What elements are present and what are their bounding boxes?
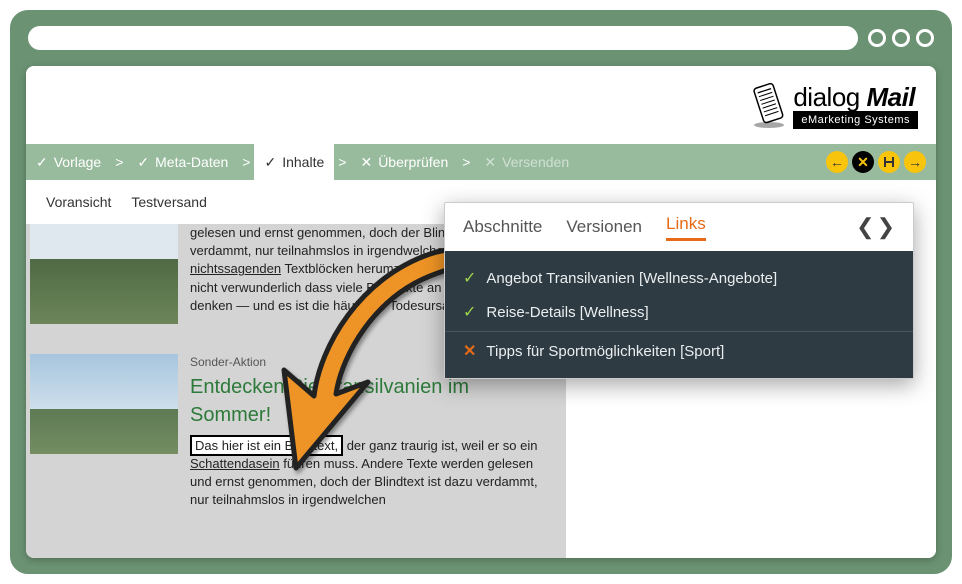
- check-icon: ✓: [463, 268, 476, 288]
- links-panel: Abschnitte Versionen Links ❮ ❯ ✓Angebot …: [444, 202, 914, 379]
- newspaper-icon: [751, 81, 787, 129]
- link-row[interactable]: ✓Reise-Details [Wellness]: [445, 295, 913, 329]
- back-button[interactable]: ←: [826, 151, 848, 173]
- tab-links[interactable]: Links: [666, 214, 706, 241]
- url-bar[interactable]: [28, 26, 858, 50]
- tab-abschnitte[interactable]: Abschnitte: [463, 217, 542, 237]
- check-icon: ✓: [36, 154, 48, 171]
- logo-text: dialog Mail: [793, 82, 915, 112]
- step-actions: ← ✕ →: [826, 144, 936, 180]
- step-separator: >: [238, 144, 254, 180]
- panel-nav: ❮ ❯: [856, 214, 895, 240]
- cross-icon: ✕: [484, 154, 496, 171]
- logo-subtitle: eMarketing Systems: [793, 111, 918, 129]
- row-separator: [445, 331, 913, 332]
- link-row[interactable]: ✕Tipps für Sportmöglichkeiten [Sport]: [445, 334, 913, 368]
- step-vorlage[interactable]: ✓Vorlage: [26, 144, 111, 180]
- article-thumb: [30, 224, 178, 324]
- window-controls[interactable]: [868, 29, 934, 47]
- step-versenden: ✕Versenden: [474, 144, 579, 180]
- next-button[interactable]: →: [904, 151, 926, 173]
- cancel-button[interactable]: ✕: [852, 151, 874, 173]
- header: dialog Mail eMarketing Systems: [26, 66, 936, 144]
- check-icon: ✓: [264, 154, 276, 171]
- step-separator: >: [458, 144, 474, 180]
- check-icon: ✓: [137, 154, 149, 171]
- step-inhalte[interactable]: ✓Inhalte: [254, 144, 334, 180]
- check-icon: ✓: [463, 302, 476, 322]
- cross-icon: ✕: [360, 154, 372, 171]
- subtab-voransicht[interactable]: Voransicht: [46, 194, 111, 210]
- step-separator: >: [111, 144, 127, 180]
- panel-tabs: Abschnitte Versionen Links ❮ ❯: [445, 203, 913, 251]
- inline-link[interactable]: Schattendasein: [190, 456, 280, 471]
- chevron-left-icon[interactable]: ❮: [856, 214, 874, 240]
- article-thumb: [30, 354, 178, 454]
- chevron-right-icon[interactable]: ❯: [877, 214, 895, 240]
- cross-icon: ✕: [463, 341, 476, 361]
- step-separator: >: [334, 144, 350, 180]
- step-bar: ✓Vorlage > ✓Meta-Daten > ✓Inhalte > ✕Übe…: [26, 144, 936, 180]
- step-ueberpruefen[interactable]: ✕Überprüfen: [350, 144, 458, 180]
- logo: dialog Mail eMarketing Systems: [751, 81, 918, 129]
- inline-link[interactable]: nichtssagenden: [190, 261, 281, 276]
- save-icon: [883, 156, 895, 168]
- panel-body: ✓Angebot Transilvanien [Wellness-Angebot…: [445, 251, 913, 378]
- step-meta-daten[interactable]: ✓Meta-Daten: [127, 144, 238, 180]
- link-row[interactable]: ✓Angebot Transilvanien [Wellness-Angebot…: [445, 261, 913, 295]
- save-button[interactable]: [878, 151, 900, 173]
- browser-chrome: [18, 18, 944, 58]
- tab-versionen[interactable]: Versionen: [566, 217, 642, 237]
- subtab-testversand[interactable]: Testversand: [131, 194, 206, 210]
